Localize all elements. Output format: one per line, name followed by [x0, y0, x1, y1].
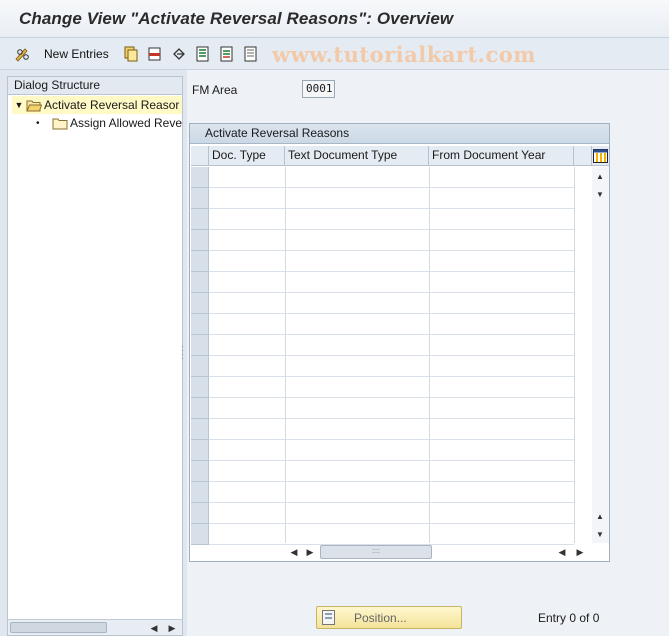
scroll-thumb[interactable]	[10, 622, 107, 633]
select-all-icon	[194, 45, 212, 63]
row-selector[interactable]	[191, 209, 209, 230]
row-selector[interactable]	[191, 314, 209, 335]
title-bar: Change View "Activate Reversal Reasons":…	[0, 0, 669, 38]
undo-icon	[170, 45, 188, 63]
table-row	[209, 313, 574, 314]
row-selector[interactable]	[191, 419, 209, 440]
scroll-up-icon[interactable]: ▲	[594, 169, 606, 183]
table-row	[209, 523, 574, 524]
select-all-rows-corner[interactable]	[191, 146, 209, 166]
row-selector[interactable]	[191, 272, 209, 293]
row-selector[interactable]	[191, 524, 209, 545]
scroll-right-end-icon[interactable]: ▶	[574, 545, 586, 559]
table-row	[209, 397, 574, 398]
fm-area-field[interactable]: 0001	[302, 80, 335, 98]
deselect-all-icon	[242, 45, 260, 63]
delete-button[interactable]	[146, 44, 164, 64]
row-selector[interactable]	[191, 440, 209, 461]
column-header-from-document-year[interactable]: From Document Year	[429, 146, 574, 166]
table-row	[209, 376, 574, 377]
table-row	[209, 250, 574, 251]
copy-icon	[122, 45, 140, 63]
position-button[interactable]: Position...	[316, 606, 462, 629]
delete-row-icon	[146, 45, 164, 63]
row-selector[interactable]	[191, 356, 209, 377]
row-selector[interactable]	[191, 335, 209, 356]
new-entries-label: New Entries	[44, 47, 109, 61]
tree-item-activate-reversal-reasons[interactable]: ▼ Activate Reversal Reasor	[12, 96, 182, 114]
select-all-button[interactable]	[194, 44, 212, 64]
table-row	[209, 460, 574, 461]
row-selector[interactable]	[191, 503, 209, 524]
bullet-icon: •	[36, 117, 40, 129]
select-block-icon	[218, 45, 236, 63]
row-selector[interactable]	[191, 230, 209, 251]
position-icon	[322, 610, 336, 628]
undo-change-button[interactable]	[170, 44, 188, 64]
dialog-structure-header: Dialog Structure	[8, 77, 182, 95]
table-row	[209, 271, 574, 272]
table-row	[209, 502, 574, 503]
table-row	[209, 334, 574, 335]
table-settings-icon[interactable]	[592, 146, 609, 166]
position-button-label: Position...	[354, 610, 407, 625]
splitter-grip-icon[interactable]: · · · ·	[181, 343, 185, 363]
row-selector[interactable]	[191, 398, 209, 419]
application-toolbar: New Entries www.tutorialkart.com	[0, 38, 669, 70]
table-row	[209, 481, 574, 482]
scroll-down-icon[interactable]: ▼	[594, 527, 606, 541]
table-horizontal-scrollbar[interactable]: ◀ ▶ :::: ◀ ▶	[286, 545, 608, 560]
deselect-all-button[interactable]	[242, 44, 260, 64]
tree-item-label: Assign Allowed Reve	[69, 116, 182, 130]
table-row	[209, 229, 574, 230]
column-divider	[574, 167, 575, 543]
table-row	[209, 355, 574, 356]
tree-item-label: Activate Reversal Reasor	[44, 98, 180, 112]
table-row	[209, 439, 574, 440]
scroll-thumb[interactable]: ::::	[320, 545, 432, 559]
scroll-right-icon[interactable]: ▶	[304, 545, 316, 559]
scroll-left-icon[interactable]: ◀	[148, 621, 160, 635]
column-divider	[429, 167, 430, 543]
page-up-icon[interactable]: ▲	[594, 509, 606, 523]
select-block-button[interactable]	[218, 44, 236, 64]
scroll-left-icon[interactable]: ◀	[288, 545, 300, 559]
expand-arrow-icon[interactable]: ▼	[12, 100, 26, 110]
new-entries-button[interactable]: New Entries	[40, 44, 109, 64]
row-selector[interactable]	[191, 293, 209, 314]
table-row	[209, 187, 574, 188]
scroll-left-end-icon[interactable]: ◀	[556, 545, 568, 559]
row-selector[interactable]	[191, 482, 209, 503]
row-selector[interactable]	[191, 251, 209, 272]
copy-as-button[interactable]	[122, 44, 140, 64]
row-selector[interactable]	[191, 377, 209, 398]
column-header-filler	[574, 146, 592, 166]
table-title: Activate Reversal Reasons	[190, 124, 609, 144]
watermark: www.tutorialkart.com	[272, 42, 536, 67]
table-vertical-scrollbar[interactable]: ▲ ▼ ▲ ▼	[592, 167, 609, 543]
row-selector[interactable]	[191, 461, 209, 482]
table-row	[209, 208, 574, 209]
table-row	[209, 292, 574, 293]
scroll-right-icon[interactable]: ▶	[166, 621, 178, 635]
column-header-text-document-type[interactable]: Text Document Type	[285, 146, 429, 166]
left-horizontal-scrollbar[interactable]: ◀ ▶	[8, 619, 182, 635]
entry-count: Entry 0 of 0	[538, 611, 600, 625]
row-selector[interactable]	[191, 167, 209, 188]
column-header-doc-type[interactable]: Doc. Type	[209, 146, 285, 166]
reversal-reasons-table: Activate Reversal Reasons Doc. Type Text…	[189, 123, 610, 562]
folder-icon	[52, 117, 70, 130]
open-folder-icon	[26, 99, 44, 112]
row-selector[interactable]	[191, 188, 209, 209]
fm-area-label: FM Area	[192, 83, 238, 97]
edit-toggle-button[interactable]	[14, 44, 32, 64]
column-divider	[285, 167, 286, 543]
table-row	[209, 418, 574, 419]
page-title: Change View "Activate Reversal Reasons":…	[19, 9, 454, 28]
page-down-icon[interactable]: ▼	[594, 187, 606, 201]
dialog-structure-pane: Dialog Structure ▼ Activate Reversal Rea…	[7, 76, 183, 636]
tree-item-assign-allowed-reversal[interactable]: • Assign Allowed Reve	[36, 114, 182, 132]
pencil-glasses-icon	[14, 45, 32, 63]
